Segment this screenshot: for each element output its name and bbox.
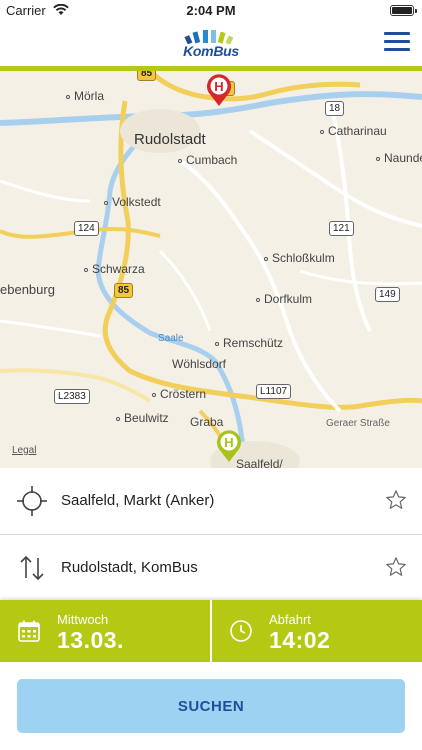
logo-text: KomBus xyxy=(183,43,239,59)
location-crosshair-icon[interactable] xyxy=(16,485,48,517)
destination-stop-label[interactable]: Rudolstadt, KomBus xyxy=(61,559,198,576)
place-beulwitz: Beulwitz xyxy=(116,411,169,425)
road-shield: 85 xyxy=(137,71,157,81)
road-shield: 18 xyxy=(325,101,345,116)
date-picker[interactable]: Mittwoch 13.03. xyxy=(0,600,210,662)
kombus-logo: KomBus xyxy=(178,28,244,62)
nav-bar: KomBus xyxy=(0,22,422,66)
place-moerla: Mörla xyxy=(66,89,104,103)
river-label: Saale xyxy=(158,333,184,344)
search-button[interactable]: SUCHEN xyxy=(17,679,405,733)
place-volkstedt: Volkstedt xyxy=(104,195,161,209)
place-rudolstadt: Rudolstadt xyxy=(134,131,206,148)
place-schwarza: Schwarza xyxy=(84,262,145,276)
place-remschuetz: Remschütz xyxy=(215,336,283,350)
map-legal-link[interactable]: Legal xyxy=(12,445,36,456)
place-croestern: Cröstern xyxy=(152,387,206,401)
map-view[interactable]: Mörla Rudolstadt Cumbach Catharinau Naun… xyxy=(0,71,422,468)
date-value: 13.03. xyxy=(57,627,124,653)
datetime-bar: Mittwoch 13.03. Abfahrt 14:02 xyxy=(0,600,422,662)
place-dorfkulm: Dorfkulm xyxy=(256,292,312,306)
swap-direction-icon[interactable] xyxy=(16,552,48,584)
place-saalfeld: Saalfeld/ xyxy=(236,457,283,468)
road-shield: 124 xyxy=(74,221,99,236)
status-bar: Carrier 2:04 PM xyxy=(0,0,422,22)
place-graba: Graba xyxy=(190,415,224,429)
street-label: Geraer Straße xyxy=(326,418,390,429)
star-icon[interactable] xyxy=(385,489,407,511)
time-value: 14:02 xyxy=(269,627,331,653)
place-cumbach: Cumbach xyxy=(178,153,237,167)
place-naunde: Naunde xyxy=(376,151,422,165)
clock: 2:04 PM xyxy=(186,3,236,18)
road-shield: L1107 xyxy=(256,384,292,399)
road-shield: L2383 xyxy=(54,389,90,404)
svg-text:H: H xyxy=(224,435,233,450)
calendar-icon xyxy=(18,620,40,642)
logo-arc-icon xyxy=(184,30,234,44)
place-catharinau: Catharinau xyxy=(320,124,387,138)
origin-stop-label[interactable]: Saalfeld, Markt (Anker) xyxy=(61,492,214,509)
battery-icon xyxy=(390,5,417,16)
destination-pin-icon[interactable]: H xyxy=(205,73,233,107)
time-picker[interactable]: Abfahrt 14:02 xyxy=(212,600,422,662)
origin-row[interactable]: Saalfeld, Markt (Anker) xyxy=(0,468,422,534)
weekday-label: Mittwoch xyxy=(57,612,109,627)
destination-row[interactable]: Rudolstadt, KomBus xyxy=(0,535,422,601)
hamburger-menu-icon[interactable] xyxy=(384,32,410,54)
place-woehlsdorf: Wöhlsdorf xyxy=(172,357,227,371)
star-icon[interactable] xyxy=(385,556,407,578)
clock-icon xyxy=(230,620,252,642)
departure-mode-label: Abfahrt xyxy=(269,612,311,627)
place-schlosskulm: Schloßkulm xyxy=(264,251,335,265)
svg-text:H: H xyxy=(214,79,223,94)
place-ebenburg: ebenburg xyxy=(0,282,55,297)
road-shield: 121 xyxy=(329,221,354,236)
road-shield: 85 xyxy=(114,283,134,298)
road-shield: 149 xyxy=(375,287,400,302)
origin-pin-icon[interactable]: H xyxy=(215,429,243,463)
